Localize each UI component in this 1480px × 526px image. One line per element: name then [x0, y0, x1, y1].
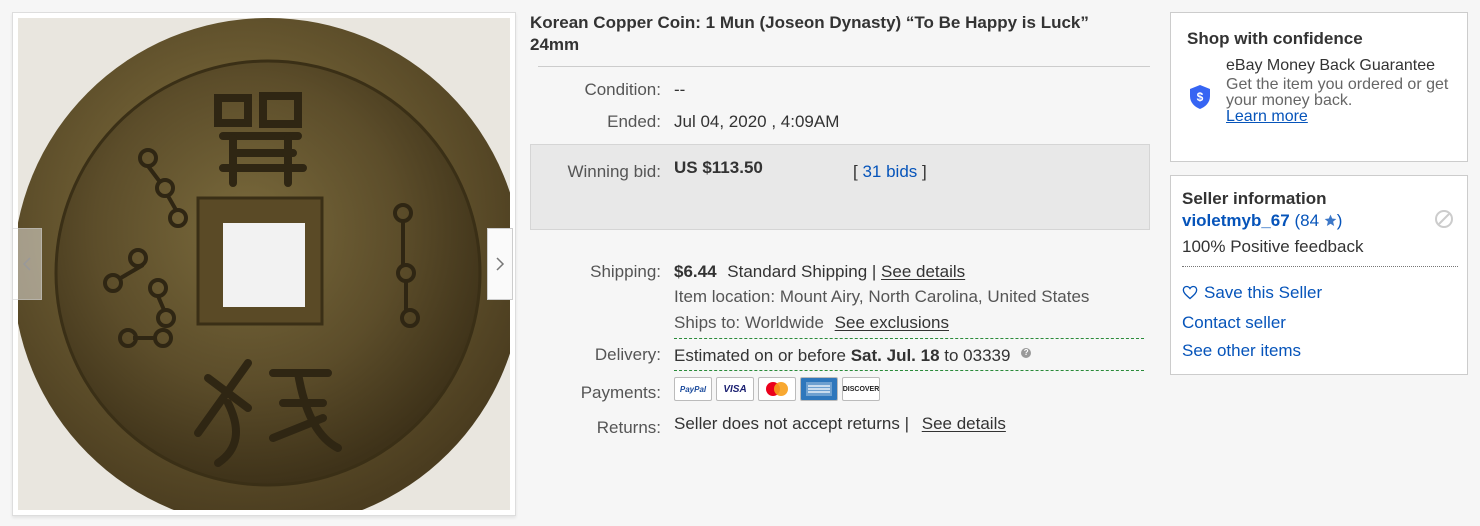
mastercard-logo [766, 382, 788, 396]
score-close: ) [1336, 211, 1343, 230]
learn-more-link[interactable]: Learn more [1226, 108, 1308, 125]
guarantee-title: eBay Money Back Guarantee [1226, 57, 1436, 74]
feedback-score[interactable]: (84 ) [1294, 211, 1342, 230]
item-photo[interactable] [18, 18, 510, 510]
visa-icon: VISA [716, 377, 754, 401]
winning-bid-panel [530, 144, 1150, 230]
delivery-divider-top [674, 338, 1144, 339]
see-exclusions-link[interactable]: See exclusions [835, 313, 949, 332]
seller-name-link[interactable]: violetmyb_67 [1182, 211, 1290, 230]
next-image-button[interactable] [487, 228, 513, 300]
delivery-prefix: Estimated on or before [674, 346, 846, 365]
heart-icon [1182, 285, 1198, 300]
shield-dollar-icon: $ [1190, 85, 1210, 109]
bid-history-link[interactable]: 31 bids [862, 162, 917, 181]
shipping-line: $6.44 Standard Shipping | See details [674, 262, 965, 282]
chevron-left-icon [22, 257, 31, 271]
returns-text: Seller does not accept returns | [674, 414, 909, 433]
delivery-suffix: to 03339 [944, 346, 1011, 365]
guarantee-text: Get the item you ordered or get your mon… [1226, 76, 1449, 109]
shipping-cost: $6.44 [674, 262, 717, 281]
condition-value: -- [674, 80, 686, 99]
confidence-heading: Shop with confidence [1187, 29, 1363, 48]
save-seller[interactable]: Save this Seller [1182, 283, 1322, 303]
save-seller-link[interactable]: Save this Seller [1204, 283, 1322, 302]
ships-to-line: Ships to: Worldwide See exclusions [674, 313, 949, 333]
winning-bid-value: US $113.50 [674, 158, 763, 177]
payment-methods: PayPal VISA DISCOVER [674, 377, 880, 401]
returns-details-link[interactable]: See details [922, 414, 1006, 433]
delivery-estimate: Estimated on or before Sat. Jul. 18 to 0… [674, 346, 1032, 366]
bid-history: [ 31 bids ] [853, 162, 927, 182]
item-title: Korean Copper Coin: 1 Mun (Joseon Dynast… [530, 13, 1089, 54]
title-divider [538, 66, 1150, 67]
returns-label: Returns: [596, 418, 661, 437]
item-image-panel [12, 12, 516, 516]
star-icon [1324, 214, 1337, 227]
seller-heading: Seller information [1182, 189, 1327, 208]
chevron-right-icon [496, 257, 505, 271]
amex-icon [800, 377, 838, 401]
money-back-guarantee: eBay Money Back Guarantee Get the item y… [1226, 58, 1466, 125]
ships-to: Ships to: Worldwide [674, 313, 824, 332]
previous-image-button[interactable] [12, 228, 42, 300]
paypal-icon: PayPal [674, 377, 712, 401]
delivery-date: Sat. Jul. 18 [850, 346, 940, 365]
mastercard-icon [758, 377, 796, 401]
positive-feedback: 100% Positive feedback [1182, 237, 1364, 256]
delivery-label: Delivery: [594, 345, 661, 364]
payments-label: Payments: [580, 383, 661, 402]
winning-bid-label: Winning bid: [567, 162, 661, 181]
contact-seller-link[interactable]: Contact seller [1182, 313, 1286, 333]
shipping-method: Standard Shipping | [727, 262, 877, 281]
svg-text:$: $ [1197, 90, 1204, 104]
condition-label: Condition: [584, 80, 661, 99]
returns-line: Seller does not accept returns | See det… [674, 414, 1006, 434]
shipping-details-link[interactable]: See details [881, 262, 965, 281]
bids-bracket-open: [ [853, 162, 858, 181]
item-location: Item location: Mount Airy, North Carolin… [674, 287, 1090, 306]
seller-name-line: violetmyb_67 (84 ) [1182, 211, 1342, 231]
discover-icon: DISCOVER [842, 377, 880, 401]
ended-value: Jul 04, 2020 , 4:09AM [674, 112, 840, 131]
amex-logo [806, 382, 832, 396]
score-value: 84 [1300, 211, 1320, 230]
ended-label: Ended: [607, 112, 661, 131]
question-icon[interactable]: ? [1021, 348, 1032, 358]
seller-divider [1182, 266, 1458, 267]
shipping-label: Shipping: [590, 262, 661, 281]
block-icon[interactable] [1434, 209, 1454, 229]
delivery-divider-bottom [674, 370, 1144, 371]
see-other-items-link[interactable]: See other items [1182, 341, 1301, 361]
bids-bracket-close: ] [922, 162, 927, 181]
